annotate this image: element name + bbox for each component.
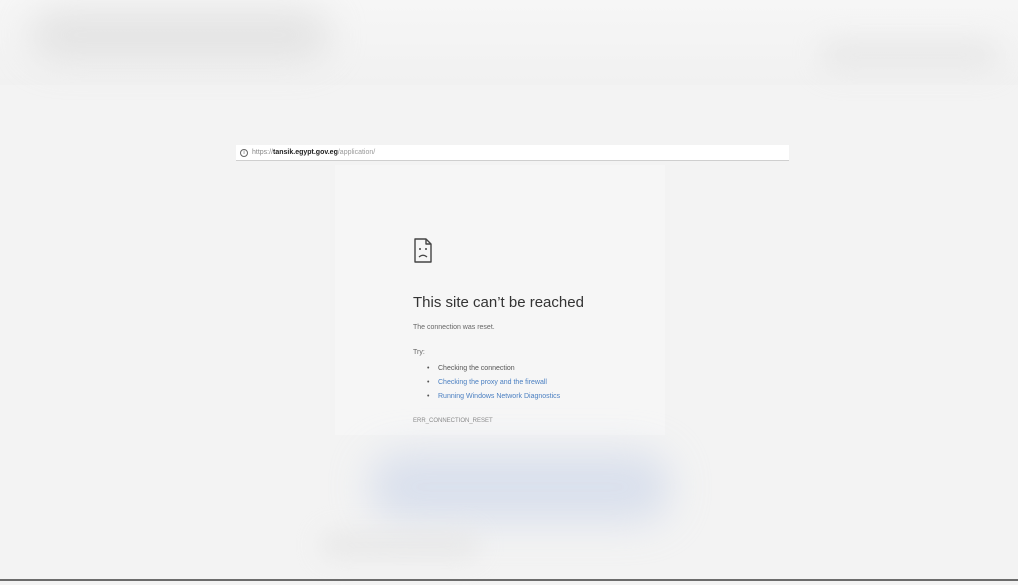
info-icon[interactable]: i bbox=[240, 148, 248, 157]
error-title: This site can’t be reached bbox=[413, 294, 584, 311]
error-code: ERR_CONNECTION_RESET bbox=[413, 418, 493, 424]
bullet-icon: • bbox=[427, 365, 430, 372]
url-path: /application/ bbox=[337, 149, 376, 156]
blurred-header-shape bbox=[820, 40, 1000, 70]
suggestion-label: Checking the connection bbox=[438, 365, 515, 372]
bullet-icon: • bbox=[427, 393, 430, 400]
suggestion-label[interactable]: Checking the proxy and the firewall bbox=[438, 379, 547, 386]
bottom-divider bbox=[0, 579, 1018, 581]
suggestion-label[interactable]: Running Windows Network Diagnostics bbox=[438, 393, 560, 400]
suggestion-network-diagnostics-link[interactable]: • Running Windows Network Diagnostics bbox=[425, 390, 560, 404]
suggestion-check-proxy-link[interactable]: • Checking the proxy and the firewall bbox=[425, 376, 560, 390]
blurred-footer-shape bbox=[320, 530, 480, 560]
bullet-icon: • bbox=[427, 379, 430, 386]
url-host: tansik.egypt.gov.eg bbox=[273, 149, 338, 156]
blurred-header bbox=[0, 0, 1018, 85]
blurred-header-shape bbox=[30, 10, 330, 60]
error-description: The connection was reset. bbox=[413, 324, 495, 331]
blurred-button-area bbox=[370, 452, 670, 522]
try-label: Try: bbox=[413, 349, 425, 356]
url-scheme: https:// bbox=[252, 149, 274, 156]
suggestion-check-connection: • Checking the connection bbox=[425, 362, 560, 376]
address-bar[interactable]: i https:// tansik.egypt.gov.eg /applicat… bbox=[236, 145, 789, 161]
sad-page-icon bbox=[414, 238, 432, 263]
suggestions-list: • Checking the connection • Checking the… bbox=[425, 362, 560, 404]
